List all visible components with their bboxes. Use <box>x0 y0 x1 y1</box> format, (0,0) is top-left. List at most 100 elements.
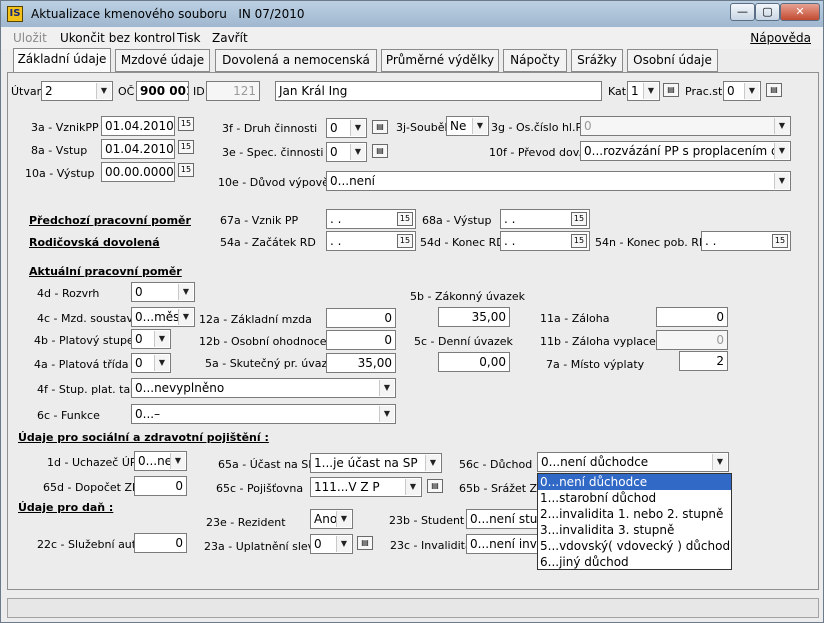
chevron-down-icon[interactable]: ▼ <box>178 284 193 300</box>
tab-basic[interactable]: Základní údaje <box>13 48 111 73</box>
calendar-icon[interactable]: 15 <box>772 234 788 248</box>
uchazec-select[interactable]: 0...ne ▼ <box>134 451 187 471</box>
chevron-down-icon[interactable]: ▼ <box>774 173 789 189</box>
zakonny-uvazek-field[interactable]: 35,00 <box>438 307 510 327</box>
soustava-select[interactable]: 0...měs ▼ <box>131 307 195 327</box>
misto-vyplaty-field[interactable]: 2 <box>679 351 728 371</box>
funkce-select[interactable]: 0...– ▼ <box>131 404 396 424</box>
tab-deductions[interactable]: Srážky <box>571 49 623 72</box>
spec-select[interactable]: 0 ▼ <box>326 142 367 162</box>
zacatek-rd-field[interactable]: . . 15 <box>326 231 416 251</box>
calendar-icon[interactable]: 15 <box>571 234 587 248</box>
sluzebni-auto-field[interactable]: 0 <box>134 533 187 553</box>
vystup-field[interactable]: 00.00.0000 <box>101 162 175 182</box>
chevron-down-icon[interactable]: ▼ <box>178 309 193 325</box>
calendar-icon[interactable]: 15 <box>397 212 413 226</box>
vznikpp-field[interactable]: 01.04.2010 <box>101 116 175 136</box>
osobni-ohodnoceni-field[interactable]: 0 <box>326 330 396 350</box>
denni-uvazek-field[interactable]: 0,00 <box>438 352 510 372</box>
rezident-select[interactable]: Ano ▼ <box>310 509 353 529</box>
ucast-select[interactable]: 1...je účast na SP ▼ <box>310 453 442 473</box>
minimize-button[interactable]: — <box>730 3 755 21</box>
prevod-select[interactable]: 0...rozvázání PP s proplacením d ▼ <box>580 141 791 161</box>
menu-close[interactable]: Zavřít <box>212 31 248 45</box>
pojistovna-select[interactable]: 111...V Z P ▼ <box>310 477 422 497</box>
stupplat-select[interactable]: 0...nevyplněno ▼ <box>131 378 396 398</box>
zaloha-field[interactable]: 0 <box>656 307 728 327</box>
chevron-down-icon[interactable]: ▼ <box>425 455 440 471</box>
vstup-field[interactable]: 01.04.2010 <box>101 139 175 159</box>
oc-field[interactable]: 900 001 <box>136 81 189 101</box>
vystup-pp-field[interactable]: . . 15 <box>500 209 590 229</box>
chevron-down-icon[interactable]: ▼ <box>379 406 394 422</box>
trida-select[interactable]: 0 ▼ <box>131 353 171 373</box>
stupplat-label: 4f - Stup. plat. tar. <box>37 383 138 396</box>
funkce-label: 6c - Funkce <box>37 409 100 422</box>
chevron-down-icon[interactable]: ▼ <box>336 536 351 552</box>
chevron-down-icon: ▼ <box>774 118 789 134</box>
duvod-select[interactable]: 0...není ▼ <box>326 171 791 191</box>
menu-save[interactable]: Uložit <box>13 31 47 45</box>
chevron-down-icon[interactable]: ▼ <box>774 143 789 159</box>
window-title: Aktualizace kmenového souboru IN 07/2010 <box>31 7 305 21</box>
calendar-icon[interactable]: 15 <box>178 140 194 154</box>
dopocet-field[interactable]: 0 <box>134 476 187 496</box>
chevron-down-icon[interactable]: ▼ <box>379 380 394 396</box>
chevron-down-icon[interactable]: ▼ <box>350 144 365 160</box>
druh-lookup-icon[interactable]: ▤ <box>372 120 388 134</box>
kat-lookup-icon[interactable]: ▤ <box>663 83 679 97</box>
duchod-select[interactable]: 0...není důchodce ▼ <box>537 452 729 472</box>
kat-select[interactable]: 1 ▼ <box>627 81 660 101</box>
chevron-down-icon[interactable]: ▼ <box>472 118 487 134</box>
dropdown-option[interactable]: 3...invalidita 3. stupně <box>538 522 731 538</box>
pojistovna-lookup-icon[interactable]: ▤ <box>427 479 443 493</box>
druh-select[interactable]: 0 ▼ <box>326 118 367 138</box>
chevron-down-icon[interactable]: ▼ <box>170 453 185 469</box>
calendar-icon[interactable]: 15 <box>178 117 194 131</box>
vznik-pp-field[interactable]: . . 15 <box>326 209 416 229</box>
calendar-icon[interactable]: 15 <box>178 163 194 177</box>
tab-leave[interactable]: Dovolená a nemocenská <box>215 49 377 72</box>
dropdown-option[interactable]: 1...starobní důchod <box>538 490 731 506</box>
dropdown-option[interactable]: 0...není důchodce <box>538 474 731 490</box>
employee-name-field[interactable]: Jan Král Ing <box>275 81 602 101</box>
chevron-down-icon[interactable]: ▼ <box>336 511 351 527</box>
dropdown-option[interactable]: 5...vdovský( vdovecký ) důchod <box>538 538 731 554</box>
calendar-icon[interactable]: 15 <box>571 212 587 226</box>
prac-select[interactable]: 0 ▼ <box>723 81 761 101</box>
slevy-select[interactable]: 0 ▼ <box>310 534 353 554</box>
chevron-down-icon[interactable]: ▼ <box>744 83 759 99</box>
spec-lookup-icon[interactable]: ▤ <box>372 144 388 158</box>
chevron-down-icon[interactable]: ▼ <box>712 454 727 470</box>
chevron-down-icon[interactable]: ▼ <box>405 479 420 495</box>
rozvrh-select[interactable]: 0 ▼ <box>131 282 195 302</box>
soubeh-select[interactable]: Ne ▼ <box>446 116 489 136</box>
menu-help[interactable]: Nápověda <box>750 31 811 45</box>
chevron-down-icon[interactable]: ▼ <box>154 355 169 371</box>
tab-calculations[interactable]: Nápočty <box>503 49 567 72</box>
maximize-button[interactable]: ▢ <box>755 3 780 21</box>
chevron-down-icon[interactable]: ▼ <box>643 83 658 99</box>
menu-quit-unchecked[interactable]: Ukončit bez kontrol <box>60 31 175 45</box>
chevron-down-icon[interactable]: ▼ <box>96 83 111 99</box>
menu-print[interactable]: Tisk <box>177 31 201 45</box>
stupen-select[interactable]: 0 ▼ <box>131 329 171 349</box>
close-button[interactable]: ✕ <box>780 3 820 21</box>
utvar-select[interactable]: 2 ▼ <box>41 81 113 101</box>
konec-rd-field[interactable]: . . 15 <box>500 231 590 251</box>
slevy-lookup-icon[interactable]: ▤ <box>357 536 373 550</box>
soustava-label: 4c - Mzd. soustava <box>37 312 140 325</box>
calendar-icon[interactable]: 15 <box>397 234 413 248</box>
tab-personal[interactable]: Osobní údaje <box>627 49 718 72</box>
dropdown-option[interactable]: 6...jiný důchod <box>538 554 731 570</box>
chevron-down-icon[interactable]: ▼ <box>154 331 169 347</box>
zakladni-mzda-field[interactable]: 0 <box>326 308 396 328</box>
srazet-zp-label: 65b - Srážet ZP <box>459 482 544 495</box>
dropdown-option[interactable]: 2...invalidita 1. nebo 2. stupně <box>538 506 731 522</box>
konec-pob-field[interactable]: . . 15 <box>701 231 791 251</box>
skutecny-uvazek-field[interactable]: 35,00 <box>326 353 396 373</box>
chevron-down-icon[interactable]: ▼ <box>350 120 365 136</box>
prac-lookup-icon[interactable]: ▤ <box>766 83 782 97</box>
tab-wage[interactable]: Mzdové údaje <box>115 49 210 72</box>
tab-averages[interactable]: Průměrné výdělky <box>381 49 499 72</box>
